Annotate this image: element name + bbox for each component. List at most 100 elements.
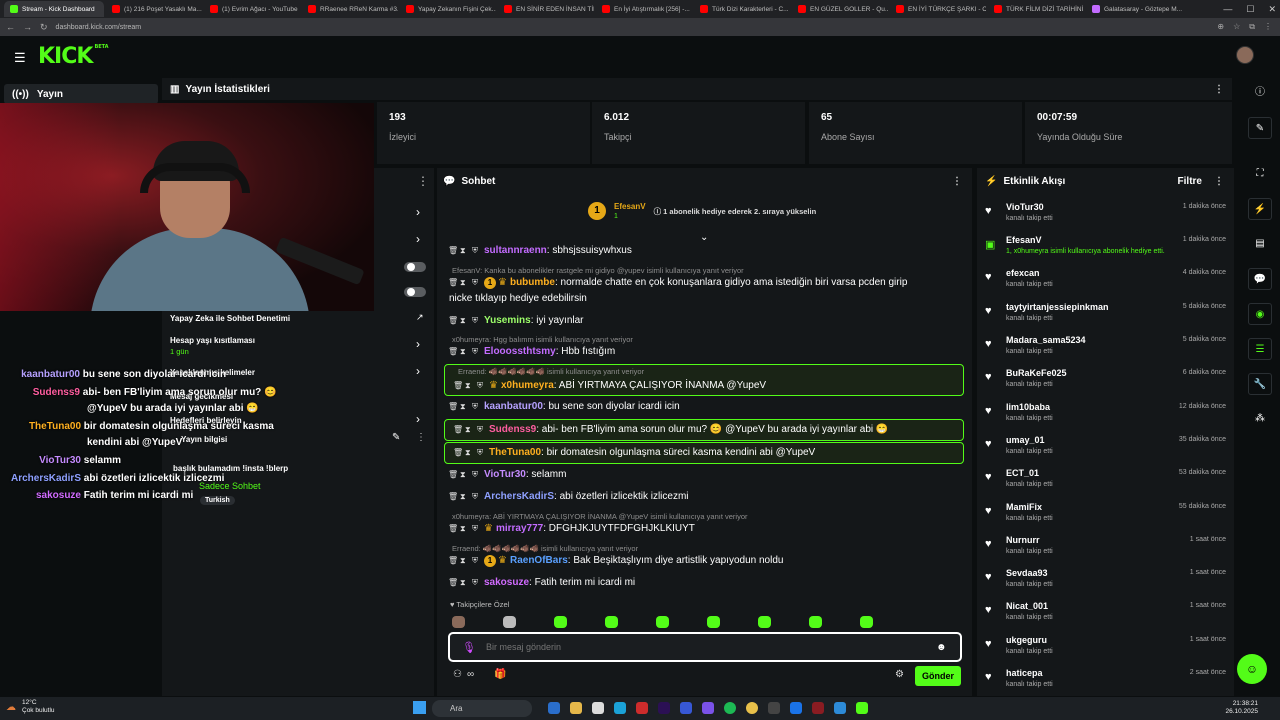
edit-icon[interactable]: ✎ [1248, 117, 1272, 139]
emote[interactable] [452, 616, 465, 628]
chevron-right-icon[interactable]: › [416, 337, 420, 351]
expand-icon[interactable]: ⛶ [1248, 163, 1272, 185]
emote[interactable] [554, 616, 567, 628]
sidebar-item-yayin[interactable]: ((•)) Yayın [4, 84, 158, 104]
emote[interactable] [656, 616, 669, 628]
chat-reply-context: x0humeyra: Hgg balımm isimli kullanıcıya… [452, 335, 633, 344]
settings-gear-icon[interactable]: ⚙ [895, 669, 904, 680]
wrench-icon[interactable]: 🔧 [1248, 373, 1272, 395]
info-icon[interactable]: ⓘ [1248, 82, 1272, 104]
kick-app-icon[interactable] [856, 702, 868, 714]
language-tag[interactable]: Turkish [200, 496, 235, 505]
chevron-right-icon[interactable]: › [416, 412, 420, 426]
taskbar-clock[interactable]: 21:38:21 26.10.2025 [1225, 700, 1258, 716]
spotify-icon[interactable] [724, 702, 736, 714]
chrome-icon[interactable] [746, 702, 758, 714]
heart-icon: ♥ [985, 571, 992, 583]
browser-tab[interactable]: Yapay Zekanın Fişini Çek... [400, 1, 496, 17]
close-icon[interactable]: ✕ [1268, 4, 1276, 15]
document-icon[interactable]: ▤ [1248, 233, 1272, 255]
emote[interactable] [758, 616, 771, 628]
chat-more-icon[interactable]: ⋮ [952, 176, 962, 187]
discord-icon[interactable] [702, 702, 714, 714]
app-icon[interactable] [812, 702, 824, 714]
support-chat-icon[interactable]: ☺ [1237, 654, 1267, 684]
file-explorer-icon[interactable] [570, 702, 582, 714]
zoom-icon[interactable]: ⊕ [1217, 22, 1224, 32]
taskview-icon[interactable] [548, 702, 560, 714]
chevron-right-icon[interactable]: › [416, 364, 420, 378]
microphone-icon[interactable]: 🎙 [462, 641, 476, 654]
emote[interactable] [809, 616, 822, 628]
browser-tab[interactable]: Galatasaray - Göztepe M... [1086, 1, 1182, 17]
activity-more-icon[interactable]: ⋮ [1214, 176, 1224, 187]
browser-tab[interactable]: EN SİNİR EDEN İNSAN TİP... [498, 1, 594, 17]
app-icon[interactable] [768, 702, 780, 714]
menu-icon[interactable]: ⋮ [1264, 22, 1272, 32]
extensions-icon[interactable]: ⧉ [1249, 22, 1255, 32]
emote[interactable] [503, 616, 516, 628]
overlay-chat-line: VioTur30 selamm [39, 455, 122, 466]
app-icon[interactable] [834, 702, 846, 714]
gift-prompt: ⓘ 1 abonelik hediye ederek 2. sıraya yük… [653, 206, 817, 216]
chevron-right-icon[interactable]: › [416, 205, 420, 219]
infinity-icon[interactable]: ∞ [467, 669, 474, 680]
edge-icon[interactable] [614, 702, 626, 714]
panel-more-icon[interactable]: ⋮ [417, 174, 429, 188]
store-icon[interactable] [592, 702, 604, 714]
emote[interactable] [707, 616, 720, 628]
emote[interactable] [860, 616, 873, 628]
url-field[interactable]: dashboard.kick.com/stream [56, 24, 142, 31]
people-icon[interactable]: ⚇ [453, 669, 462, 680]
gifter-name[interactable]: EfesanV [614, 202, 646, 211]
forward-icon[interactable]: → [23, 22, 32, 32]
external-link-icon[interactable]: ↗ [416, 312, 424, 323]
edit-icon[interactable]: ✎ [392, 432, 400, 443]
user-avatar[interactable] [1236, 46, 1254, 64]
emoji-icon[interactable]: ☻ [936, 642, 947, 653]
browser-tab[interactable]: RRaenee RReN Karma #3... [302, 1, 398, 17]
browser-tab[interactable]: TÜRK FİLM DİZİ TARİHİNİ... [988, 1, 1084, 17]
app-icon[interactable] [680, 702, 692, 714]
reload-icon[interactable]: ↻ [40, 22, 48, 33]
collapse-chevron-icon[interactable]: ⌄ [700, 232, 708, 243]
browser-tab[interactable]: EN GÜZEL GOLLER - Qu... [792, 1, 888, 17]
browser-tab[interactable]: (1) Evrim Ağacı - YouTube [204, 1, 300, 17]
bookmark-icon[interactable]: ☆ [1233, 22, 1240, 32]
minimize-icon[interactable]: — [1223, 4, 1232, 14]
tab-label: (1) 216 Poşet Yasaklı Ma... [124, 5, 202, 13]
kick-logo[interactable]: KICK BETA [38, 44, 109, 69]
layout-icon[interactable]: ☰ [1248, 338, 1272, 360]
apps-icon[interactable]: ⁂ [1248, 408, 1272, 430]
browser-tab[interactable]: En İyi Atıştırmalık [256] -... [596, 1, 692, 17]
toggle-switch[interactable] [404, 262, 426, 272]
app-icon[interactable] [790, 702, 802, 714]
chevron-right-icon[interactable]: › [416, 232, 420, 246]
tab-favicon-icon [504, 5, 512, 13]
emote[interactable] [605, 616, 618, 628]
chat-message-input[interactable]: 🎙 ☻ [448, 632, 962, 662]
browser-tab[interactable]: Türk Dizi Karakterleri - C... [694, 1, 790, 17]
premiere-icon[interactable] [658, 702, 670, 714]
maximize-icon[interactable]: ☐ [1246, 4, 1254, 15]
weather-widget[interactable]: ☁ 12°C Çok bulutlu [6, 699, 55, 715]
browser-tab[interactable]: Stream - Kick Dashboard [4, 1, 104, 17]
chat-input-field[interactable] [485, 642, 926, 652]
windows-start-icon[interactable] [413, 701, 426, 714]
stats-more-icon[interactable]: ⋮ [1214, 84, 1224, 95]
taskbar-search[interactable]: Ara [432, 700, 532, 717]
broadcast-icon[interactable]: ◉ [1248, 303, 1272, 325]
filter-button[interactable]: Filtre [1178, 176, 1202, 187]
browser-tab[interactable]: EN İYİ TÜRKÇE ŞARKI - C... [890, 1, 986, 17]
app-icon[interactable] [636, 702, 648, 714]
back-icon[interactable]: ← [6, 22, 15, 32]
send-button[interactable]: Gönder [915, 666, 961, 686]
toggle-switch[interactable] [404, 287, 426, 297]
chat-message-continuation: nicke tıklayıp hediye edebilirsin [449, 293, 587, 304]
hamburger-menu-icon[interactable]: ☰ [14, 50, 26, 66]
browser-tab[interactable]: (1) 216 Poşet Yasaklı Ma... [106, 1, 202, 17]
gift-icon[interactable]: 🎁 [494, 669, 506, 680]
chat-icon[interactable]: 💬 [1248, 268, 1272, 290]
more-icon[interactable]: ⋮ [416, 432, 426, 443]
lightning-icon[interactable]: ⚡ [1248, 198, 1272, 220]
